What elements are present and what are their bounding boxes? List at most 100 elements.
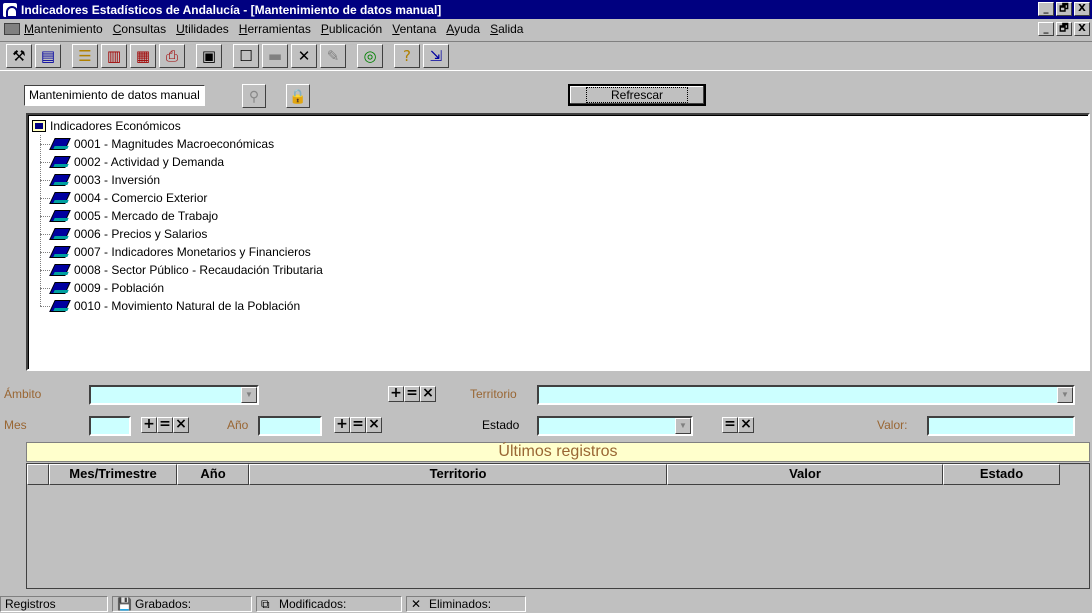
book-icon [50, 282, 70, 294]
app-icon[interactable] [3, 2, 18, 18]
column-header-valor[interactable]: Valor [667, 464, 943, 485]
menu-consultas[interactable]: Consultas [113, 22, 166, 36]
equal-operator-button[interactable]: = [722, 417, 738, 433]
equal-operator-button[interactable]: = [404, 386, 420, 402]
menu-publicacion[interactable]: Publicación [321, 22, 382, 36]
territorio-select[interactable]: ▼ [537, 385, 1075, 405]
anio-input[interactable] [258, 416, 322, 436]
equal-operator-button[interactable]: = [157, 417, 173, 433]
mdi-window-icon[interactable] [4, 23, 20, 35]
child-minimize-button[interactable]: _ [1038, 22, 1054, 36]
child-window-controls: _ 🗗 X [1038, 22, 1090, 36]
list-icon[interactable]: ☰ [72, 44, 98, 68]
clear-operator-button[interactable]: × [420, 386, 436, 402]
book-icon [50, 156, 70, 168]
tree-item[interactable]: 0010 - Movimiento Natural de la Població… [40, 297, 1084, 315]
grid-title: Últimos registros [26, 442, 1090, 462]
clear-operator-button[interactable]: × [738, 417, 754, 433]
window-title: Indicadores Estadísticos de Andalucía - … [21, 2, 442, 17]
territorio-operators: + = × [388, 386, 436, 404]
globe-icon[interactable]: ◎ [357, 44, 383, 68]
status-eliminados-label: Eliminados: [429, 597, 492, 611]
valor-input[interactable] [927, 416, 1075, 436]
binoculars-icon[interactable]: ⚲ [242, 84, 266, 108]
menu-salida[interactable]: Salida [490, 22, 523, 36]
exit-icon[interactable]: ⇲ [423, 44, 449, 68]
column-header-mes[interactable]: Mes/Trimestre [49, 464, 177, 485]
edit-icon[interactable]: ✎ [320, 44, 346, 68]
column-header-anio[interactable]: Año [177, 464, 249, 485]
add-operator-button[interactable]: + [334, 417, 350, 433]
status-grabados-label: Grabados: [135, 597, 192, 611]
tree-item-label: 0009 - Población [74, 281, 165, 295]
book-icon [50, 138, 70, 150]
column-header-estado[interactable]: Estado [943, 464, 1060, 485]
menu-herramientas[interactable]: Herramientas [239, 22, 311, 36]
tree-item-label: 0006 - Precios y Salarios [74, 227, 208, 241]
indicator-tree[interactable]: Indicadores Económicos 0001 - Magnitudes… [26, 113, 1090, 371]
clear-operator-button[interactable]: × [366, 417, 382, 433]
table-icon[interactable]: ▦ [130, 44, 156, 68]
book-icon [50, 174, 70, 186]
equal-operator-button[interactable]: = [350, 417, 366, 433]
close-button[interactable]: X [1074, 2, 1090, 16]
tree-item[interactable]: 0007 - Indicadores Monetarios y Financie… [40, 243, 1084, 261]
child-close-button[interactable]: X [1074, 22, 1090, 36]
menu-utilidades[interactable]: Utilidades [176, 22, 229, 36]
menu-ayuda[interactable]: Ayuda [446, 22, 480, 36]
add-operator-button[interactable]: + [141, 417, 157, 433]
tools-icon[interactable]: ⚒ [6, 44, 32, 68]
tree-item[interactable]: 0004 - Comercio Exterior [40, 189, 1084, 207]
menu-mantenimiento[interactable]: Mantenimiento [24, 22, 103, 36]
book-icon [50, 192, 70, 204]
new-document-icon[interactable]: ☐ [233, 44, 259, 68]
tree-root-label: Indicadores Económicos [50, 119, 181, 133]
records-grid[interactable]: Mes/Trimestre Año Territorio Valor Estad… [26, 463, 1090, 589]
tree-item[interactable]: 0003 - Inversión [40, 171, 1084, 189]
anio-operators: + = × [334, 417, 382, 435]
calculator-icon[interactable]: ▣ [196, 44, 222, 68]
tree-item-label: 0003 - Inversión [74, 173, 161, 187]
grid-header: Mes/Trimestre Año Territorio Valor Estad… [27, 464, 1089, 485]
print-icon[interactable]: ⎙ [159, 44, 185, 68]
delete-icon[interactable]: ✕ [291, 44, 317, 68]
tree-item-label: 0010 - Movimiento Natural de la Població… [74, 299, 301, 313]
tree-item[interactable]: 0009 - Población [40, 279, 1084, 297]
refresh-button[interactable]: Refrescar [568, 84, 706, 106]
book-icon [50, 300, 70, 312]
clear-operator-button[interactable]: × [173, 417, 189, 433]
ambito-select[interactable]: ▼ [89, 385, 259, 405]
chevron-down-icon[interactable]: ▼ [675, 418, 691, 434]
lock-icon[interactable]: 🔒 [286, 84, 310, 108]
minimize-button[interactable]: _ [1038, 2, 1054, 16]
form-title: Mantenimiento de datos manual [24, 85, 205, 106]
tree-item-label: 0002 - Actividad y Demanda [74, 155, 225, 169]
save-icon[interactable]: ▬ [262, 44, 288, 68]
book-icon [50, 264, 70, 276]
book-icon [50, 210, 70, 222]
tree-item[interactable]: 0005 - Mercado de Trabajo [40, 207, 1084, 225]
copy-icon: ⧉ [261, 597, 270, 611]
help-icon[interactable]: ? [394, 44, 420, 68]
chevron-down-icon[interactable]: ▼ [1057, 387, 1073, 403]
child-restore-button[interactable]: 🗗 [1056, 22, 1072, 36]
restore-button[interactable]: 🗗 [1056, 2, 1072, 16]
tree-item[interactable]: 0002 - Actividad y Demanda [40, 153, 1084, 171]
chart-icon[interactable]: ▥ [101, 44, 127, 68]
tree-item[interactable]: 0001 - Magnitudes Macroeconómicas [40, 135, 1084, 153]
tree-item[interactable]: 0008 - Sector Público - Recaudación Trib… [40, 261, 1084, 279]
column-header-territorio[interactable]: Territorio [249, 464, 667, 485]
tree-root[interactable]: Indicadores Económicos [32, 117, 1084, 135]
tree-children: 0001 - Magnitudes Macroeconómicas 0002 -… [40, 135, 1084, 315]
add-operator-button[interactable]: + [388, 386, 404, 402]
chevron-down-icon[interactable]: ▼ [241, 387, 257, 403]
estado-select[interactable]: ▼ [537, 416, 693, 436]
tree-item-label: 0005 - Mercado de Trabajo [74, 209, 219, 223]
status-modificados-label: Modificados: [279, 597, 347, 611]
tree-item[interactable]: 0006 - Precios y Salarios [40, 225, 1084, 243]
book-icon [50, 228, 70, 240]
menu-ventana[interactable]: Ventana [392, 22, 436, 36]
database-icon[interactable]: ▤ [35, 44, 61, 68]
menu-bar: Mantenimiento Consultas Utilidades Herra… [0, 19, 1092, 39]
mes-input[interactable] [89, 416, 131, 436]
